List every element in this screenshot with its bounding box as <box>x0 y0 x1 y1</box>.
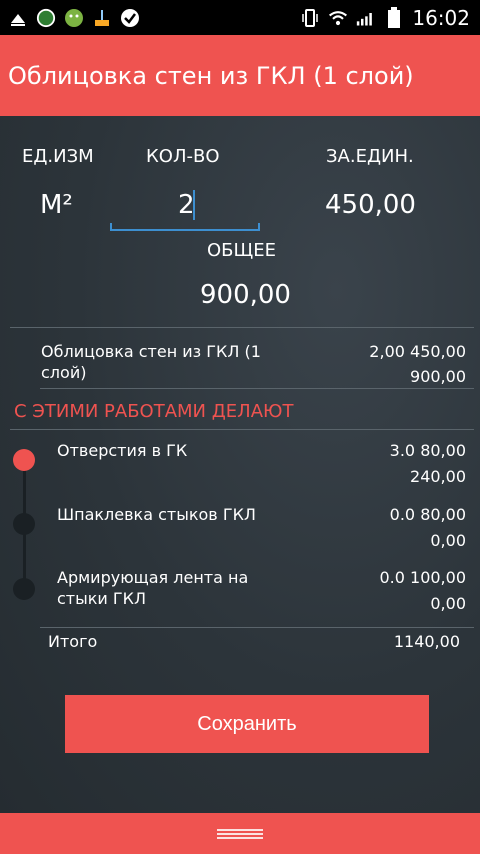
related-item-name[interactable]: Шпаклевка стыков ГКЛ <box>57 504 256 525</box>
divider <box>40 388 474 389</box>
main-item-name: Облицовка стен из ГКЛ (1 слой) <box>41 342 261 382</box>
related-item-checkbox[interactable] <box>13 578 35 600</box>
related-item-checkbox[interactable] <box>13 513 35 535</box>
quantity-input-underline <box>110 223 260 231</box>
upload-icon <box>8 8 28 28</box>
page-title: Облицовка стен из ГКЛ (1 слой) <box>8 61 414 90</box>
status-bar: 16:02 <box>0 0 480 35</box>
text-cursor <box>193 190 195 220</box>
broom-icon <box>92 8 112 28</box>
total-header: ОБЩЕЕ <box>207 240 276 261</box>
related-item-total: 0,00 <box>430 594 466 613</box>
summary-label: Итого <box>48 632 98 651</box>
notification-badge-icon <box>36 8 56 28</box>
related-item-checkbox[interactable] <box>13 449 35 471</box>
divider <box>10 327 474 328</box>
quantity-header: КОЛ-ВО <box>146 146 220 167</box>
battery-icon <box>384 6 404 28</box>
divider <box>40 627 474 628</box>
related-item-qty-price: 0.0 100,00 <box>379 568 466 587</box>
summary-value: 1140,00 <box>393 632 460 651</box>
total-value: 900,00 <box>200 280 291 310</box>
unit-header: ЕД.ИЗМ <box>22 146 94 167</box>
check-icon <box>120 8 140 28</box>
price-value: 450,00 <box>325 190 416 220</box>
related-item-name[interactable]: Отверстия в ГК <box>57 440 187 461</box>
related-item-name[interactable]: Армирующая лента на стыки ГКЛ <box>57 567 277 609</box>
signal-icon <box>356 8 376 28</box>
wifi-icon <box>328 8 348 28</box>
related-item-total: 240,00 <box>410 467 466 486</box>
calculator-panel: ЕД.ИЗМ КОЛ-ВО ЗА.ЕДИН. М² 2 450,00 ОБЩЕЕ… <box>0 116 480 813</box>
save-button[interactable]: Сохранить <box>65 695 429 753</box>
related-works-title: С ЭТИМИ РАБОТАМИ ДЕЛАЮТ <box>14 401 294 422</box>
bottom-drawer-bar[interactable] <box>0 813 480 854</box>
drag-handle-icon[interactable] <box>217 828 263 839</box>
related-item-qty-price: 0.0 80,00 <box>389 505 466 524</box>
main-item-total: 900,00 <box>410 367 466 386</box>
main-item-qty-price: 2,00 450,00 <box>369 342 466 361</box>
vibrate-icon <box>300 8 320 28</box>
unit-value: М² <box>40 190 73 220</box>
divider <box>10 429 474 430</box>
related-item-qty-price: 3.0 80,00 <box>389 441 466 460</box>
related-item-total: 0,00 <box>430 531 466 550</box>
price-header: ЗА.ЕДИН. <box>326 146 414 167</box>
clock: 16:02 <box>412 5 470 30</box>
title-bar: Облицовка стен из ГКЛ (1 слой) <box>0 35 480 116</box>
android-icon <box>64 8 84 28</box>
